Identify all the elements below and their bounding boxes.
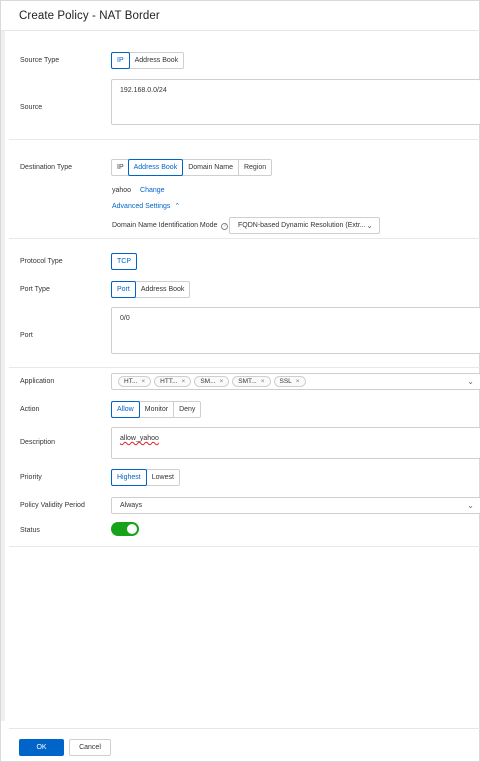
- port-type-port[interactable]: Port: [111, 281, 136, 298]
- close-icon[interactable]: ×: [261, 378, 265, 385]
- toggle-knob: [127, 524, 137, 534]
- source-type-address-book[interactable]: Address Book: [128, 53, 184, 68]
- ok-button[interactable]: OK: [19, 739, 64, 756]
- close-icon[interactable]: ×: [182, 378, 186, 385]
- advanced-settings-toggle[interactable]: Advanced Settings ⌃: [112, 202, 180, 210]
- port-type-address-book[interactable]: Address Book: [134, 282, 190, 297]
- application-tag: SMT... ×: [232, 376, 271, 387]
- priority-highest[interactable]: Highest: [111, 469, 147, 486]
- application-label: Application: [20, 378, 55, 385]
- domain-mode-select[interactable]: FQDN-based Dynamic Resolution (Extr... ⌄: [229, 217, 380, 234]
- source-value: 192.168.0.0/24: [120, 87, 167, 94]
- application-tag: SM... ×: [194, 376, 230, 387]
- domain-mode-value: FQDN-based Dynamic Resolution (Extr...: [238, 222, 366, 229]
- application-tag: SSL ×: [273, 376, 306, 387]
- create-policy-dialog: Create Policy - NAT Border Source Type I…: [0, 0, 480, 762]
- protocol-type-tcp[interactable]: TCP: [111, 253, 137, 270]
- advanced-settings-label: Advanced Settings: [112, 203, 171, 210]
- priority-label: Priority: [20, 474, 42, 481]
- info-icon: ?: [221, 223, 229, 230]
- validity-select[interactable]: Always ⌄: [111, 497, 480, 514]
- cancel-button[interactable]: Cancel: [69, 739, 111, 756]
- source-input[interactable]: 192.168.0.0/24: [111, 79, 480, 125]
- chevron-down-icon: ⌄: [467, 377, 474, 386]
- priority-segmented: Highest Lowest: [111, 469, 180, 486]
- source-type-ip[interactable]: IP: [111, 52, 130, 69]
- destination-type-segmented: IP Address Book Domain Name Region: [111, 159, 273, 176]
- protocol-type-label: Protocol Type: [20, 258, 63, 265]
- destination-value: yahoo: [112, 187, 132, 194]
- application-multiselect[interactable]: HT... × HTT... × SM... × SMT... × SSL × ⌄: [111, 373, 480, 390]
- chevron-down-icon: ⌄: [366, 221, 373, 230]
- destination-type-ip[interactable]: IP: [112, 160, 129, 175]
- action-allow[interactable]: Allow: [111, 401, 140, 418]
- port-input[interactable]: 0/0: [111, 307, 480, 354]
- application-tag: HTT... ×: [154, 376, 192, 387]
- port-type-label: Port Type: [20, 286, 50, 293]
- action-deny[interactable]: Deny: [173, 402, 200, 417]
- validity-value: Always: [120, 502, 143, 509]
- description-label: Description: [20, 439, 56, 446]
- port-label: Port: [20, 332, 33, 339]
- close-icon[interactable]: ×: [219, 378, 223, 385]
- protocol-type-segmented: TCP: [111, 253, 137, 270]
- chevron-down-icon: ⌄: [467, 501, 474, 510]
- priority-lowest[interactable]: Lowest: [145, 470, 179, 485]
- source-label: Source: [20, 104, 43, 111]
- footer-divider: [9, 728, 480, 729]
- destination-type-label: Destination Type: [20, 164, 73, 171]
- action-segmented: Allow Monitor Deny: [111, 401, 202, 418]
- validity-label: Policy Validity Period: [20, 502, 85, 509]
- port-type-segmented: Port Address Book: [111, 281, 191, 298]
- change-link[interactable]: Change: [140, 187, 165, 194]
- close-icon[interactable]: ×: [141, 378, 145, 385]
- left-gutter: [1, 31, 5, 721]
- action-label: Action: [20, 406, 40, 413]
- port-value: 0/0: [120, 315, 130, 322]
- action-monitor[interactable]: Monitor: [138, 402, 173, 417]
- section-divider: [9, 139, 480, 140]
- section-divider: [9, 238, 480, 239]
- description-input[interactable]: allow_yahoo: [111, 427, 480, 459]
- domain-mode-label-row: Domain Name Identification Mode ?: [112, 222, 229, 230]
- destination-value-row: yahoo Change: [112, 187, 165, 194]
- close-icon[interactable]: ×: [296, 378, 300, 385]
- title-divider: [1, 30, 480, 31]
- chevron-up-icon: ⌃: [174, 203, 181, 210]
- section-divider: [9, 367, 480, 368]
- section-divider: [9, 546, 480, 547]
- description-value: allow_yahoo: [120, 435, 159, 442]
- destination-type-region[interactable]: Region: [237, 160, 271, 175]
- destination-type-address-book[interactable]: Address Book: [127, 159, 184, 176]
- application-tag: HT... ×: [118, 376, 152, 387]
- source-type-segmented: IP Address Book: [111, 52, 185, 69]
- status-label: Status: [20, 527, 40, 534]
- dialog-title: Create Policy - NAT Border: [19, 10, 160, 22]
- source-type-label: Source Type: [20, 57, 60, 64]
- destination-type-domain-name[interactable]: Domain Name: [182, 160, 238, 175]
- domain-mode-label: Domain Name Identification Mode: [112, 222, 218, 229]
- status-toggle[interactable]: [111, 522, 139, 536]
